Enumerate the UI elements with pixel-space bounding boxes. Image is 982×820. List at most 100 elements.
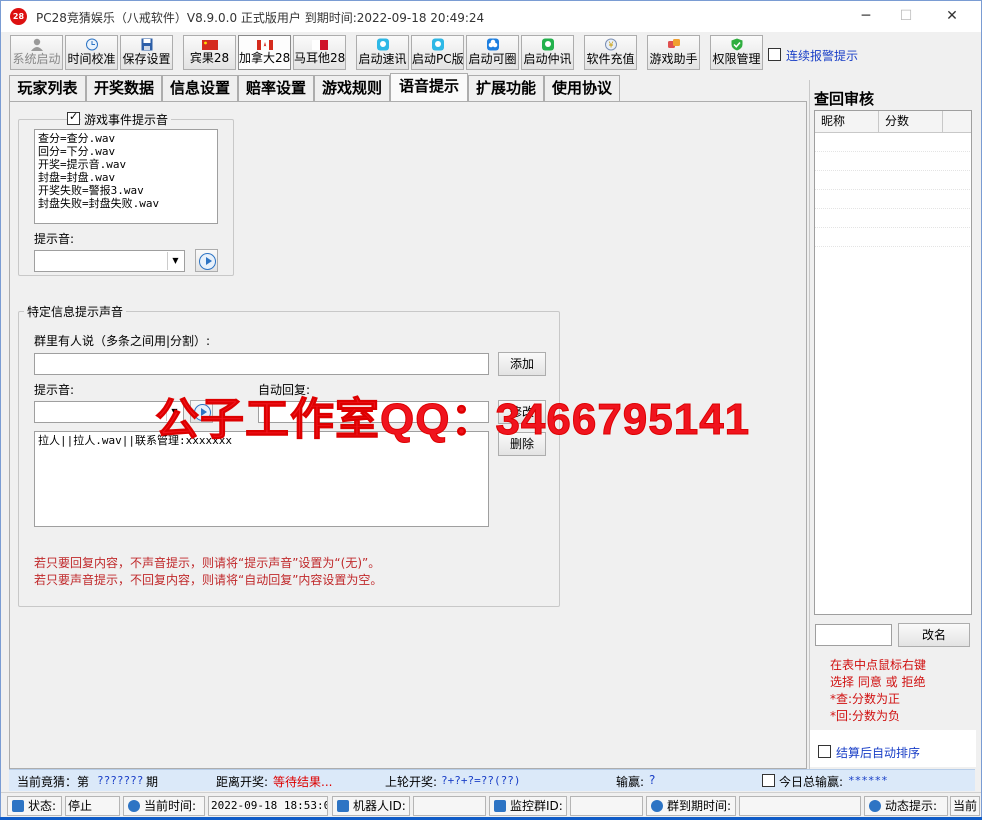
launch-zhongxun-button[interactable]: 启动仲讯 (521, 35, 574, 70)
game-assistant-button[interactable]: 游戏助手 (647, 35, 700, 70)
rename-button[interactable]: 改名 (898, 623, 970, 647)
table-row[interactable] (815, 228, 971, 247)
time-value: 2022-09-18 18:53:01 (208, 796, 328, 816)
current-round-suffix: 期 (146, 775, 159, 789)
add-button[interactable]: 添加 (498, 352, 546, 376)
toolbar: 系统启动 时间校准 保存设置 宾果28 加拿大28 马耳他28 启动速讯 启动P… (1, 34, 981, 71)
permission-button[interactable]: 权限管理 (710, 35, 763, 70)
clock-icon (128, 800, 140, 812)
tab-player-list[interactable]: 玩家列表 (9, 75, 86, 101)
dice-icon (667, 39, 680, 48)
current-round-value: ??????? (97, 774, 144, 787)
table-row[interactable] (815, 171, 971, 190)
table-row[interactable] (815, 133, 971, 152)
event-sound-list[interactable]: 查分=查分.wav 回分=下分.wav 开奖=提示音.wav 封盘=封盘.wav… (34, 129, 218, 224)
recharge-button[interactable]: ¥ 软件充值 (584, 35, 637, 70)
group-expire-value (739, 796, 861, 816)
dynamic-hint-panel: 动态提示: (864, 796, 948, 816)
event-tone-select[interactable]: ▼ (34, 250, 185, 272)
robot-id-label: 机器人ID: (353, 799, 406, 813)
auto-sort-checkbox[interactable] (818, 745, 831, 758)
tab-extensions[interactable]: 扩展功能 (468, 75, 544, 101)
column-score[interactable]: 分数 (879, 111, 943, 132)
robot-icon (337, 800, 349, 812)
special-tone-label: 提示音: (34, 383, 75, 397)
alarm-checkbox[interactable] (768, 48, 781, 61)
event-tone-label: 提示音: (34, 232, 75, 246)
maximize-button[interactable]: ☐ (883, 1, 929, 32)
special-sound-group-label: 特定信息提示声音 (24, 303, 127, 320)
dynamic-hint-label: 动态提示: (885, 799, 938, 813)
review-table[interactable]: 昵称 分数 (814, 110, 972, 615)
time-label-panel: 当前时间: (123, 796, 205, 816)
launch-pc-button[interactable]: 启动PC版 (411, 35, 464, 70)
window-title: PC28竞猜娱乐（八戒软件）V8.9.0.0 正式版用户 到期时间:2022-0… (36, 11, 485, 25)
review-note-3: *查:分数为正 (830, 692, 901, 706)
system-start-button[interactable]: 系统启动 (10, 35, 63, 70)
chat-icon (431, 38, 444, 51)
today-total-checkbox[interactable] (762, 774, 775, 787)
tab-game-rules[interactable]: 游戏规则 (314, 75, 390, 101)
list-item[interactable]: 封盘失败=封盘失败.wav (38, 197, 214, 210)
chevron-down-icon[interactable]: ▼ (167, 252, 183, 270)
save-settings-button[interactable]: 保存设置 (120, 35, 173, 70)
launch-suxun-button[interactable]: 启动速讯 (356, 35, 409, 70)
review-title: 查回审核 (814, 90, 875, 108)
launch-kequan-label: 启动可圈 (468, 52, 517, 66)
rename-input[interactable] (815, 624, 892, 646)
auto-sort-label: 结算后自动排序 (836, 746, 921, 760)
list-item[interactable]: 开奖=提示音.wav (38, 158, 214, 171)
malta28-button[interactable]: 马耳他28 (293, 35, 346, 70)
floppy-icon (141, 38, 152, 51)
clock-icon (651, 800, 663, 812)
dynamic-hint-value: 当前 (950, 796, 980, 816)
last-draw-label: 上轮开奖: (385, 775, 438, 789)
launch-kequan-button[interactable]: 启动可圈 (466, 35, 519, 70)
watermark-text: 公子工作室QQ：3466795141 (154, 395, 751, 445)
tab-usage-agreement[interactable]: 使用协议 (544, 75, 620, 101)
flag-canada-icon (256, 40, 273, 50)
monitor-group-label: 监控群ID: (510, 799, 563, 813)
tab-odds-settings[interactable]: 赔率设置 (238, 75, 314, 101)
monitor-group-value (570, 796, 643, 816)
chat-icon (486, 38, 499, 51)
review-panel: 查回审核 昵称 分数 改名 在表中点鼠标右键 选择 同意 或 拒绝 *查:分数为… (809, 80, 976, 769)
event-tone-play-button[interactable] (195, 249, 218, 272)
close-button[interactable]: ✕ (929, 1, 975, 32)
monitor-icon (12, 800, 24, 812)
group-expire-panel: 群到期时间: (646, 796, 736, 816)
canada28-label: 加拿大28 (239, 51, 291, 65)
bingo28-button[interactable]: 宾果28 (183, 35, 236, 70)
info-icon (869, 800, 881, 812)
table-row[interactable] (815, 190, 971, 209)
keyword-label: 群里有人说（多条之间用|分割）: (34, 334, 211, 348)
event-sound-checkbox[interactable] (67, 110, 80, 125)
canada28-button[interactable]: 加拿大28 (238, 35, 291, 70)
time-sync-button[interactable]: 时间校准 (65, 35, 118, 70)
auto-sort-area: 结算后自动排序 (810, 730, 976, 767)
column-nickname[interactable]: 昵称 (815, 111, 879, 132)
game-info-bar: 当前竟猜：第 ??????? 期 距离开奖: 等待结果... 上轮开奖: ?+?… (9, 769, 975, 791)
shield-icon (731, 38, 742, 51)
time-sync-label: 时间校准 (67, 52, 116, 66)
keyword-input[interactable] (34, 353, 489, 375)
status-label-panel: 状态: (7, 796, 62, 816)
list-item[interactable]: 封盘=封盘.wav (38, 171, 214, 184)
bingo28-label: 宾果28 (189, 51, 230, 65)
list-item[interactable]: 查分=查分.wav (38, 132, 214, 145)
malta28-label: 马耳他28 (294, 51, 346, 65)
list-item[interactable]: 开奖失败=警报3.wav (38, 184, 214, 197)
review-table-header: 昵称 分数 (815, 111, 971, 133)
table-row[interactable] (815, 152, 971, 171)
launch-pc-label: 启动PC版 (412, 52, 464, 66)
flag-china-icon (201, 40, 218, 50)
table-row[interactable] (815, 209, 971, 228)
tab-info-settings[interactable]: 信息设置 (162, 75, 238, 101)
robot-id-value (413, 796, 486, 816)
list-item[interactable]: 回分=下分.wav (38, 145, 214, 158)
tab-voice-prompt[interactable]: 语音提示 (390, 73, 468, 102)
tab-draw-data[interactable]: 开奖数据 (86, 75, 162, 101)
launch-zhongxun-label: 启动仲讯 (523, 52, 572, 66)
countdown-label: 距离开奖: (216, 775, 269, 789)
review-note-2: 选择 同意 或 拒绝 (830, 675, 926, 689)
